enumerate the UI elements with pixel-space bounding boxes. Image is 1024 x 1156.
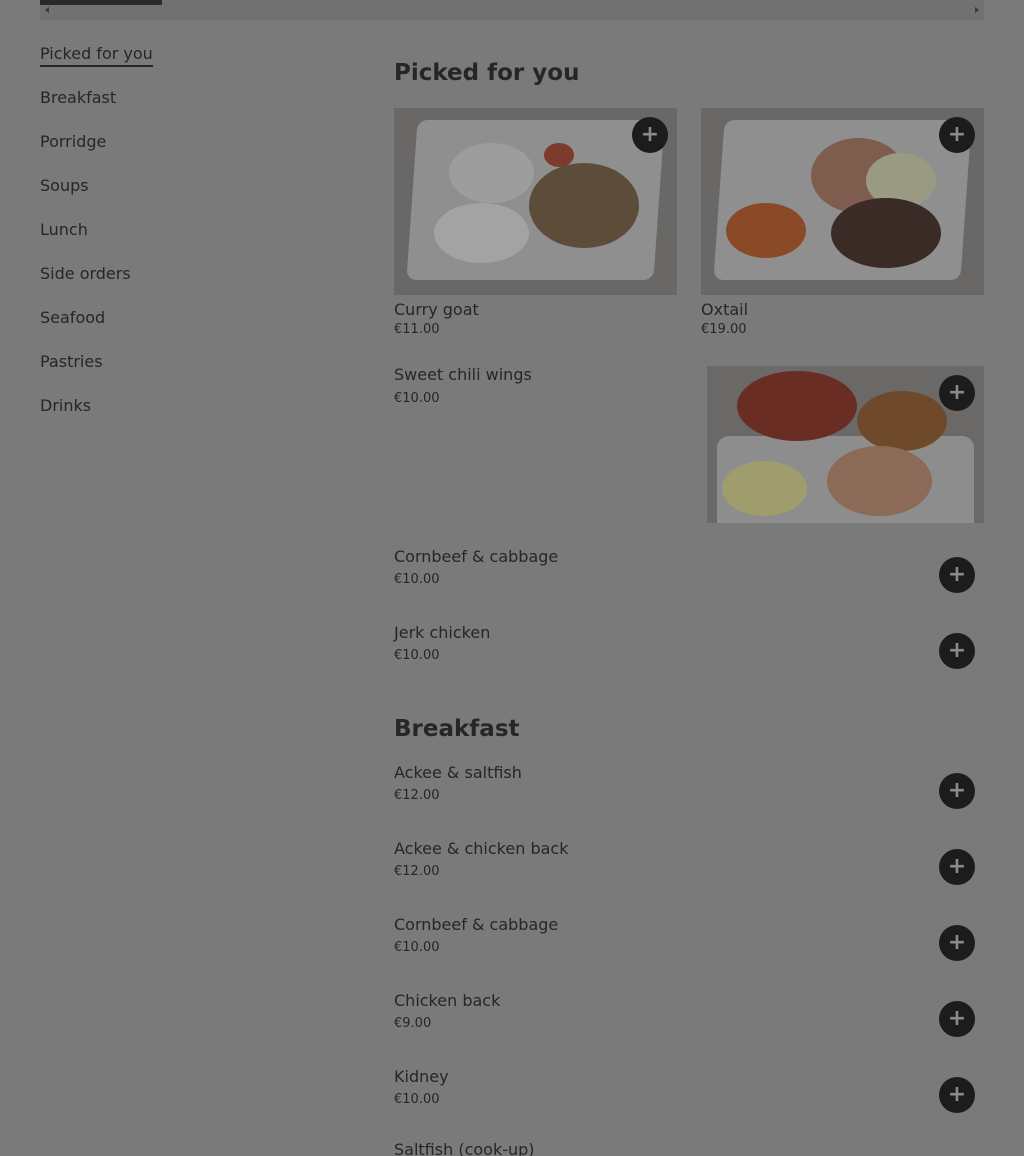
dish-name: Sweet chili wings: [394, 365, 532, 384]
plus-icon: +: [947, 122, 967, 147]
dish-price: €11.00: [394, 322, 440, 337]
sidebar-item-lunch[interactable]: Lunch: [40, 218, 320, 262]
dish-price: €12.00: [394, 864, 440, 879]
scroll-left-arrow-icon[interactable]: [45, 7, 49, 13]
menu-item-row[interactable]: Cornbeef & cabbage €10.00 +: [394, 916, 984, 976]
sidebar-item-side-orders[interactable]: Side orders: [40, 262, 320, 306]
dish-name: Ackee & chicken back: [394, 839, 569, 858]
add-button[interactable]: +: [939, 1077, 975, 1113]
add-button[interactable]: +: [939, 375, 975, 411]
dish-price: €10.00: [394, 572, 440, 587]
sidebar-item-soups[interactable]: Soups: [40, 174, 320, 218]
menu-item-row[interactable]: Kidney €10.00 +: [394, 1068, 984, 1128]
add-button[interactable]: +: [939, 925, 975, 961]
category-sidebar: Picked for you Breakfast Porridge Soups …: [40, 42, 320, 438]
dish-price: €12.00: [394, 788, 440, 803]
plus-icon: +: [947, 562, 967, 587]
menu-item-row[interactable]: Chicken back €9.00 +: [394, 992, 984, 1052]
add-button[interactable]: +: [939, 849, 975, 885]
add-button[interactable]: +: [939, 633, 975, 669]
dish-price: €10.00: [394, 648, 440, 663]
dish-price: €10.00: [394, 1092, 440, 1107]
plus-icon: +: [947, 854, 967, 879]
menu-card-oxtail[interactable]: Oxtail €19.00 +: [701, 108, 984, 337]
add-button[interactable]: +: [939, 557, 975, 593]
dish-name: Curry goat: [394, 300, 479, 319]
dish-name: Saltfish (cook-up): [394, 1141, 535, 1156]
sidebar-item-seafood[interactable]: Seafood: [40, 306, 320, 350]
dish-name: Kidney: [394, 1067, 449, 1086]
menu-item-row[interactable]: Saltfish (cook-up): [394, 1141, 984, 1156]
sidebar-item-drinks[interactable]: Drinks: [40, 394, 320, 438]
scroll-right-arrow-icon[interactable]: [975, 7, 979, 13]
dish-name: Chicken back: [394, 991, 501, 1010]
plus-icon: +: [947, 778, 967, 803]
dish-price: €10.00: [394, 940, 440, 955]
scrollbar-thumb[interactable]: [40, 0, 162, 5]
add-button[interactable]: +: [632, 117, 668, 153]
sidebar-item-pastries[interactable]: Pastries: [40, 350, 320, 394]
dish-price: €10.00: [394, 391, 440, 406]
dish-name: Cornbeef & cabbage: [394, 547, 559, 566]
dish-name: Ackee & saltfish: [394, 763, 522, 782]
menu-item-row[interactable]: Cornbeef & cabbage €10.00 +: [394, 548, 984, 608]
dish-name: Jerk chicken: [394, 623, 491, 642]
menu-card-curry-goat[interactable]: Curry goat €11.00 +: [394, 108, 677, 337]
dish-price: €19.00: [701, 322, 747, 337]
sidebar-item-breakfast[interactable]: Breakfast: [40, 86, 320, 130]
sidebar-item-porridge[interactable]: Porridge: [40, 130, 320, 174]
section-title-picked: Picked for you: [394, 60, 580, 86]
add-button[interactable]: +: [939, 1001, 975, 1037]
add-button[interactable]: +: [939, 773, 975, 809]
dish-name: Oxtail: [701, 300, 749, 319]
add-button[interactable]: +: [939, 117, 975, 153]
category-scrollbar[interactable]: [40, 0, 984, 20]
menu-item-row[interactable]: Jerk chicken €10.00 +: [394, 624, 984, 684]
dish-name: Cornbeef & cabbage: [394, 915, 559, 934]
plus-icon: +: [947, 1006, 967, 1031]
menu-page: Picked for you Breakfast Porridge Soups …: [0, 0, 1024, 1156]
plus-icon: +: [947, 638, 967, 663]
plus-icon: +: [947, 1082, 967, 1107]
plus-icon: +: [947, 380, 967, 405]
plus-icon: +: [640, 122, 660, 147]
dish-price: €9.00: [394, 1016, 432, 1031]
section-title-breakfast: Breakfast: [394, 716, 520, 742]
menu-item-row[interactable]: Ackee & chicken back €12.00 +: [394, 840, 984, 900]
menu-item-row[interactable]: Ackee & saltfish €12.00 +: [394, 764, 984, 824]
plus-icon: +: [947, 930, 967, 955]
sidebar-item-picked-for-you[interactable]: Picked for you: [40, 42, 320, 86]
